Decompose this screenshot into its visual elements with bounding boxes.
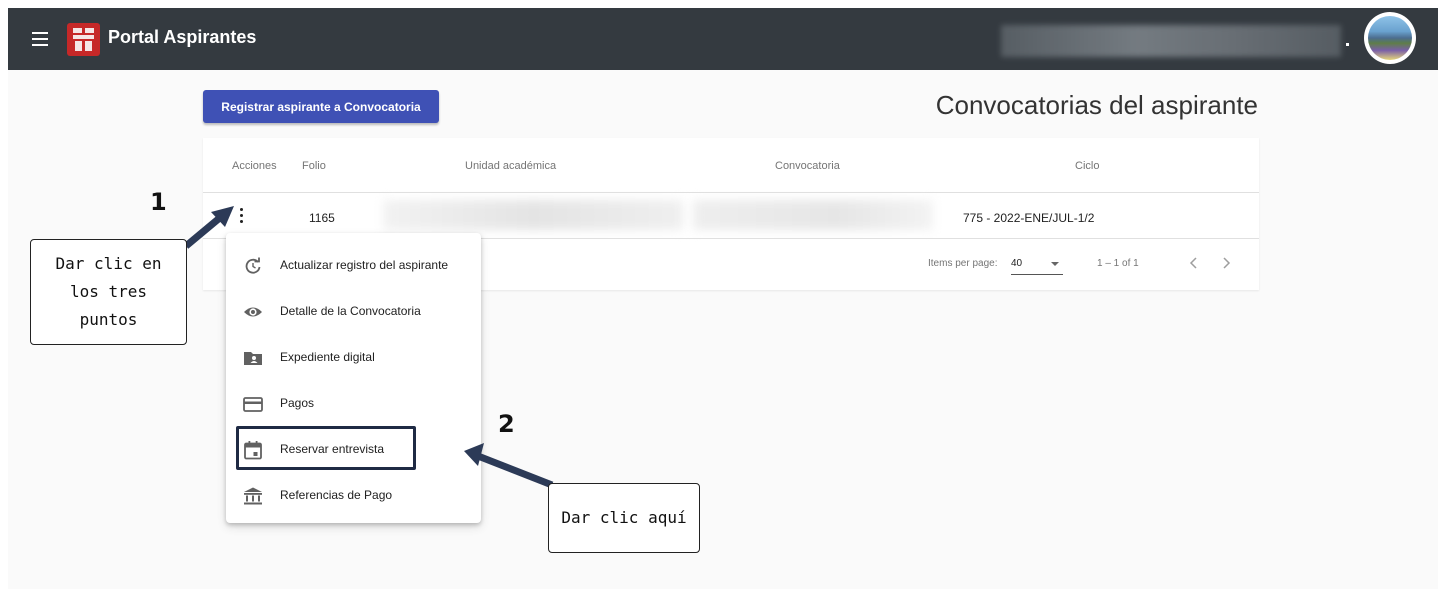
step2-arrow-head [464, 443, 484, 466]
annotation-arrows [183, 206, 554, 489]
step-1-number: 1 [150, 188, 167, 216]
step-2-callout: Dar clic aquí [548, 483, 700, 553]
step2-arrow-shaft [476, 452, 554, 489]
step1-arrow-shaft [183, 213, 225, 249]
step-1-callout: Dar clic en los tres puntos [30, 239, 187, 345]
step-2-number: 2 [498, 410, 515, 438]
app-window: Portal Aspirantes Registrar aspirante a … [8, 8, 1438, 589]
